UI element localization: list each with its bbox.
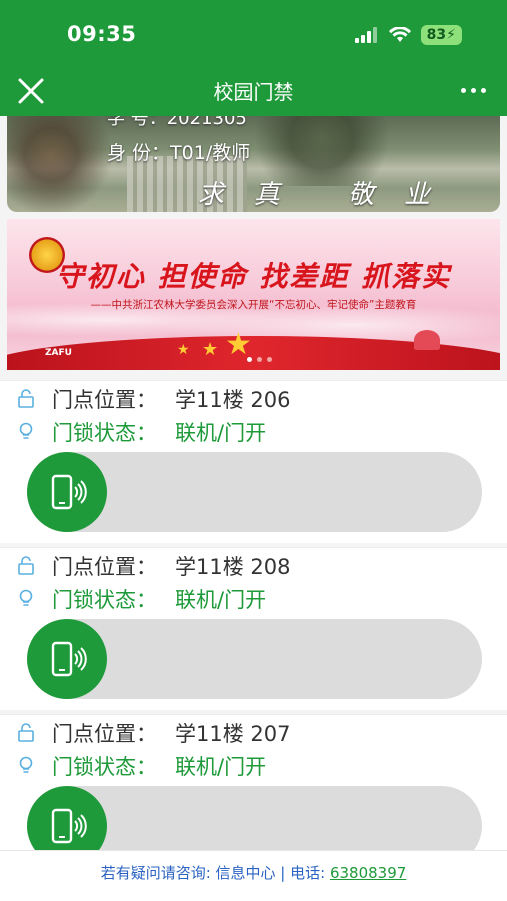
door-status-label: 门锁状态： — [52, 588, 157, 612]
banner-slogan: 守初心 担使命 找差距 抓落实 — [55, 260, 452, 293]
page-title: 校园门禁 — [213, 80, 294, 104]
banner-pager[interactable] — [247, 357, 272, 362]
door-card: 门点位置： 学11楼 208 门锁状态： 联机/门开 — [0, 547, 507, 710]
unlock-slider-handle[interactable] — [27, 452, 107, 532]
door-location-label: 门点位置： — [52, 555, 157, 579]
phone-nfc-icon — [51, 808, 87, 844]
wifi-icon — [388, 27, 411, 42]
more-dot-icon — [460, 87, 466, 93]
door-status-label: 门锁状态： — [52, 755, 157, 779]
door-location-row: 门点位置： 学11楼 206 — [16, 385, 290, 413]
lock-icon — [16, 723, 36, 743]
card-identity: 身 份：T01/教师 — [107, 138, 250, 165]
more-dot-icon — [480, 87, 486, 93]
door-status-value: 联机/门开 — [175, 588, 267, 612]
card-motto: 求真 敬业 — [197, 180, 460, 210]
phone-nfc-icon — [51, 641, 87, 677]
door-status-row: 门锁状态： 联机/门开 — [16, 752, 266, 780]
star-icon: ★ — [177, 342, 190, 358]
pager-dot[interactable] — [247, 357, 252, 362]
door-location-value: 学11楼 208 — [175, 555, 291, 579]
contact-footer: 若有疑问请咨询: 信息中心 | 电话: 63808397 — [0, 850, 507, 901]
star-icon: ★ — [202, 339, 219, 360]
top-bar: 09:35 83⚡ 校园门禁 — [0, 0, 507, 116]
phone-nfc-icon — [51, 474, 87, 510]
door-location-label: 门点位置： — [52, 388, 157, 412]
id-card: 学 号：2021305 身 份：T01/教师 求真 敬业 — [7, 116, 500, 212]
pager-dot[interactable] — [267, 357, 272, 362]
more-menu-button[interactable] — [453, 76, 493, 104]
bulb-icon — [16, 589, 36, 609]
lock-icon — [16, 556, 36, 576]
unlock-slider[interactable] — [27, 619, 482, 699]
door-status-label: 门锁状态： — [52, 421, 157, 445]
campaign-banner[interactable]: 守初心 担使命 找差距 抓落实 ——中共浙江农林大学委员会深入开展“不忘初心、牢… — [7, 219, 500, 370]
door-status-value: 联机/门开 — [175, 755, 267, 779]
status-icons: 83⚡ — [354, 24, 462, 46]
lock-icon — [16, 389, 36, 409]
battery-indicator: 83⚡ — [420, 25, 462, 45]
bulb-icon — [16, 422, 36, 442]
banner-tag: ZAFU — [45, 348, 72, 358]
unlock-slider-handle[interactable] — [27, 619, 107, 699]
card-number: 学 号：2021305 — [107, 116, 247, 129]
unlock-slider[interactable] — [27, 452, 482, 532]
footer-text: 若有疑问请咨询: 信息中心 | 电话: — [100, 864, 330, 882]
door-location-label: 门点位置： — [52, 722, 157, 746]
pager-dot[interactable] — [257, 357, 262, 362]
door-location-row: 门点位置： 学11楼 207 — [16, 719, 290, 747]
door-status-value: 联机/门开 — [175, 421, 267, 445]
card-identity-label: 身 份： — [107, 142, 171, 164]
door-location-value: 学11楼 207 — [175, 722, 291, 746]
status-time: 09:35 — [67, 22, 137, 46]
footer-phone-link[interactable]: 63808397 — [330, 864, 406, 882]
banner-subtitle: ——中共浙江农林大学委员会深入开展“不忘初心、牢记使命”主题教育 — [90, 299, 417, 311]
more-dot-icon — [470, 87, 476, 93]
signal-icon — [354, 27, 377, 43]
door-status-row: 门锁状态： 联机/门开 — [16, 418, 266, 446]
door-location-value: 学11楼 206 — [175, 388, 291, 412]
door-status-row: 门锁状态： 联机/门开 — [16, 585, 266, 613]
door-location-row: 门点位置： 学11楼 208 — [16, 552, 290, 580]
ginkgo-icon — [414, 330, 440, 350]
card-identity-value: T01/教师 — [170, 142, 251, 164]
bulb-icon — [16, 756, 36, 776]
card-photo-trees — [7, 116, 117, 212]
door-card: 门点位置： 学11楼 206 门锁状态： 联机/门开 — [0, 380, 507, 543]
battery-level: 83 — [426, 27, 447, 43]
